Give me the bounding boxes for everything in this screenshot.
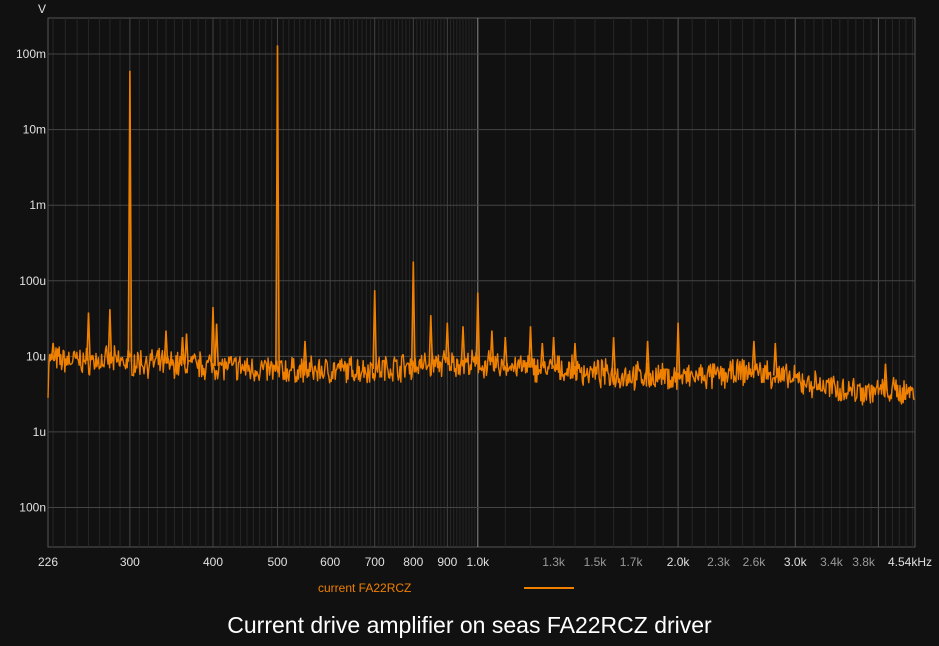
x-tick-label: 300	[120, 555, 140, 569]
x-tick-label: 2.0k	[667, 555, 691, 569]
legend: current FA22RCZ	[318, 581, 574, 595]
x-tick-label: 3.4k	[820, 555, 844, 569]
y-tick-label: 10m	[23, 123, 46, 137]
x-tick-label: 600	[320, 555, 340, 569]
y-axis-label: V	[38, 2, 46, 16]
x-tick-label: 1.7k	[620, 555, 644, 569]
x-tick-label: 3.0k	[784, 555, 808, 569]
x-tick-label: 800	[403, 555, 423, 569]
legend-label: current FA22RCZ	[318, 581, 411, 595]
chart-title: Current drive amplifier on seas FA22RCZ …	[227, 612, 712, 638]
x-tick-label: 1.3k	[542, 555, 566, 569]
x-tick-label: 226	[38, 555, 58, 569]
x-tick-label: 1.0k	[466, 555, 490, 569]
x-tick-label: 4.54kHz	[888, 555, 932, 569]
y-tick-label: 100n	[19, 500, 46, 514]
x-tick-label: 3.8k	[852, 555, 876, 569]
x-tick-label: 700	[365, 555, 385, 569]
x-tick-label: 1.5k	[584, 555, 608, 569]
y-tick-label: 1u	[33, 425, 46, 439]
x-tick-label: 500	[267, 555, 287, 569]
x-tick-label: 400	[203, 555, 223, 569]
x-tick-label: 2.6k	[743, 555, 767, 569]
y-tick-label: 10u	[26, 349, 46, 363]
y-tick-label: 1m	[29, 198, 46, 212]
y-axis-ticks: 100m 10m 1m 100u 10u 1u 100n	[16, 47, 46, 514]
x-tick-label: 2.3k	[707, 555, 731, 569]
y-tick-label: 100m	[16, 47, 46, 61]
y-tick-label: 100u	[19, 274, 46, 288]
x-axis-ticks: 226 300 400 500 600 700 800 900 1.0k 1.3k 1.5k 1.7k…	[38, 555, 932, 569]
x-tick-label: 900	[437, 555, 457, 569]
spectrum-chart: 100m 10m 1m 100u 10u 1u 100n 226 300 400 500 600 70…	[16, 2, 932, 595]
plot-background	[48, 18, 915, 547]
